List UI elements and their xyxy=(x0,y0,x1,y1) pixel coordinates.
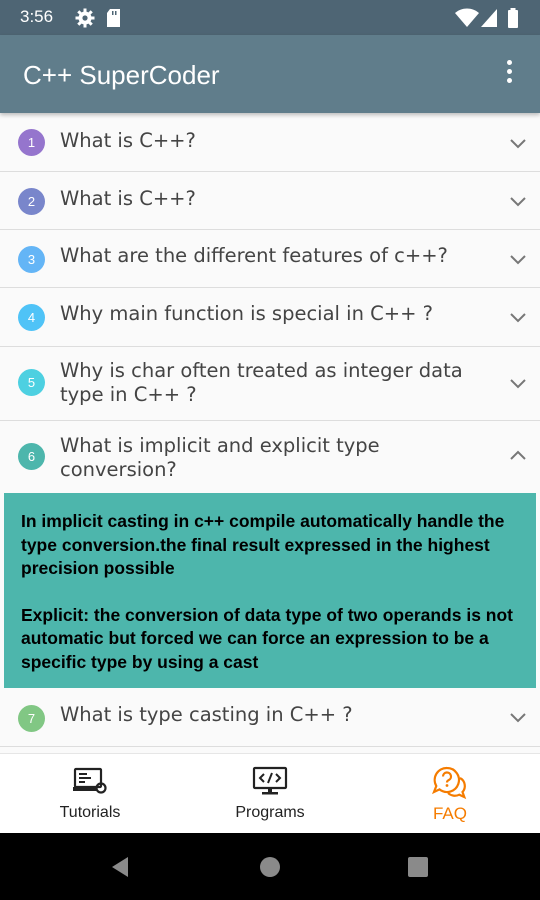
faq-number-badge: 4 xyxy=(18,304,45,331)
app-title: C++ SuperCoder xyxy=(23,60,220,90)
faq-question: What is C++? xyxy=(60,187,196,210)
signal-icon xyxy=(480,8,498,32)
faq-item-1[interactable]: 1 What is C++? xyxy=(0,113,540,172)
faq-item-5[interactable]: 5 Why is char often treated as integer d… xyxy=(0,347,540,421)
faq-item-4[interactable]: 4 Why main function is special in C++ ? xyxy=(0,288,540,347)
faq-answer-paragraph: Explicit: the conversion of data type of… xyxy=(21,604,513,672)
battery-icon xyxy=(507,8,519,32)
home-icon[interactable] xyxy=(259,856,281,878)
recents-icon[interactable] xyxy=(408,857,428,877)
faq-list[interactable]: 1 What is C++? 2 What is C++? 3 What are… xyxy=(0,113,540,753)
faq-number-badge: 2 xyxy=(18,188,45,215)
faq-number-badge: 7 xyxy=(18,705,45,732)
nav-tutorials[interactable]: Tutorials xyxy=(0,754,180,834)
status-time: 3:56 xyxy=(20,7,54,26)
system-navigation-bar xyxy=(0,833,540,900)
faq-question: What is C++? xyxy=(60,129,196,152)
chevron-down-icon[interactable] xyxy=(508,373,528,393)
faq-answer-panel: In implicit casting in c++ compile autom… xyxy=(4,493,536,688)
settings-gear-icon xyxy=(75,8,95,32)
faq-item-7[interactable]: 7 What is type casting in C++ ? xyxy=(0,688,540,747)
nav-programs-label: Programs xyxy=(235,804,305,821)
nav-programs[interactable]: Programs xyxy=(180,754,360,834)
chevron-down-icon[interactable] xyxy=(508,191,528,211)
chevron-down-icon[interactable] xyxy=(508,707,528,727)
tutorials-icon xyxy=(73,767,107,794)
wifi-icon xyxy=(455,8,479,32)
chevron-down-icon[interactable] xyxy=(508,133,528,153)
chevron-down-icon[interactable] xyxy=(508,307,528,327)
programs-icon xyxy=(252,766,288,795)
faq-number-badge: 1 xyxy=(18,129,45,156)
app-bar: C++ SuperCoder xyxy=(0,35,540,113)
nav-faq-label: FAQ xyxy=(432,804,467,823)
faq-question: Why main function is special in C++ ? xyxy=(60,302,433,325)
overflow-menu-icon[interactable] xyxy=(498,60,520,90)
chevron-up-icon[interactable] xyxy=(508,445,528,465)
back-icon[interactable] xyxy=(108,855,132,879)
faq-question: Why is char often treated as integer dat… xyxy=(60,359,463,406)
nav-tutorials-label: Tutorials xyxy=(59,804,121,821)
chevron-down-icon[interactable] xyxy=(508,249,528,269)
bottom-navigation: Tutorials Programs FAQ xyxy=(0,753,540,834)
sd-card-icon xyxy=(105,8,123,32)
faq-number-badge: 6 xyxy=(18,443,45,470)
faq-chat-icon xyxy=(432,766,467,800)
faq-question: What is type casting in C++ ? xyxy=(60,703,353,726)
faq-question: What is implicit and explicit type conve… xyxy=(60,434,380,481)
faq-item-2[interactable]: 2 What is C++? xyxy=(0,172,540,230)
nav-faq[interactable]: FAQ xyxy=(360,754,540,834)
faq-answer-paragraph: In implicit casting in c++ compile autom… xyxy=(21,511,505,578)
faq-item-3[interactable]: 3 What are the different features of c++… xyxy=(0,230,540,288)
faq-number-badge: 3 xyxy=(18,246,45,273)
status-bar: 3:56 xyxy=(0,0,540,35)
faq-question: What are the different features of c++? xyxy=(60,244,448,267)
faq-item-6[interactable]: 6 What is implicit and explicit type con… xyxy=(0,421,540,493)
faq-number-badge: 5 xyxy=(18,369,45,396)
